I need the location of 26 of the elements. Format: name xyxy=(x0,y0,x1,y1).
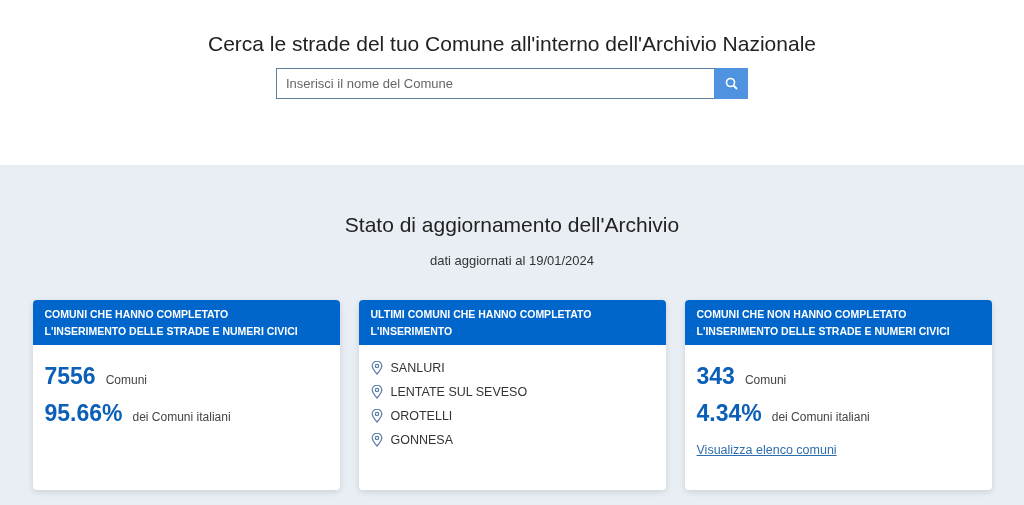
update-date: dati aggiornati al 19/01/2024 xyxy=(429,253,595,268)
stat-value: 4.34% xyxy=(696,400,762,427)
stat-label: Comuni xyxy=(105,373,148,387)
map-pin-icon xyxy=(370,433,383,447)
municipality-name: SANLURI xyxy=(390,361,445,375)
stat-value: 343 xyxy=(696,363,735,390)
municipality-name: LENTATE SUL SEVESO xyxy=(390,385,528,399)
search-icon xyxy=(724,77,738,90)
search-field[interactable]: Inserisci il nome del Comune xyxy=(276,68,714,99)
municipality-name: GONNESA xyxy=(390,433,453,447)
stat-value: 95.66% xyxy=(44,400,123,427)
section-title: Stato di aggiornamento dell'Archivio xyxy=(344,213,680,237)
map-pin-icon xyxy=(370,361,383,375)
map-pin-icon xyxy=(370,385,383,399)
card-header: COMUNI CHE NON HANNO COMPLETATO L'INSERIMENTO DELLE STRADE E NUMERI CIVICI xyxy=(684,300,992,345)
search-button[interactable] xyxy=(714,68,748,99)
stat-label: Comuni xyxy=(744,373,787,387)
search-title: Cerca le strade del tuo Comune all'interno dell'Archivio Nazionale xyxy=(208,32,816,56)
stat-value: 7556 xyxy=(44,363,96,390)
stat-label: dei Comuni italiani xyxy=(771,410,870,424)
list-link[interactable]: Visualizza elenco comuni xyxy=(696,443,837,457)
map-pin-icon xyxy=(370,409,383,423)
card-header: ULTIMI COMUNI CHE HANNO COMPLETATO L'INSERIMENTO xyxy=(358,300,666,345)
card-header: COMUNI CHE HANNO COMPLETATO L'INSERIMENTO DELLE STRADE E NUMERI CIVICI xyxy=(32,300,340,345)
municipality-name: OROTELLI xyxy=(390,409,453,423)
stat-label: dei Comuni italiani xyxy=(132,410,231,424)
